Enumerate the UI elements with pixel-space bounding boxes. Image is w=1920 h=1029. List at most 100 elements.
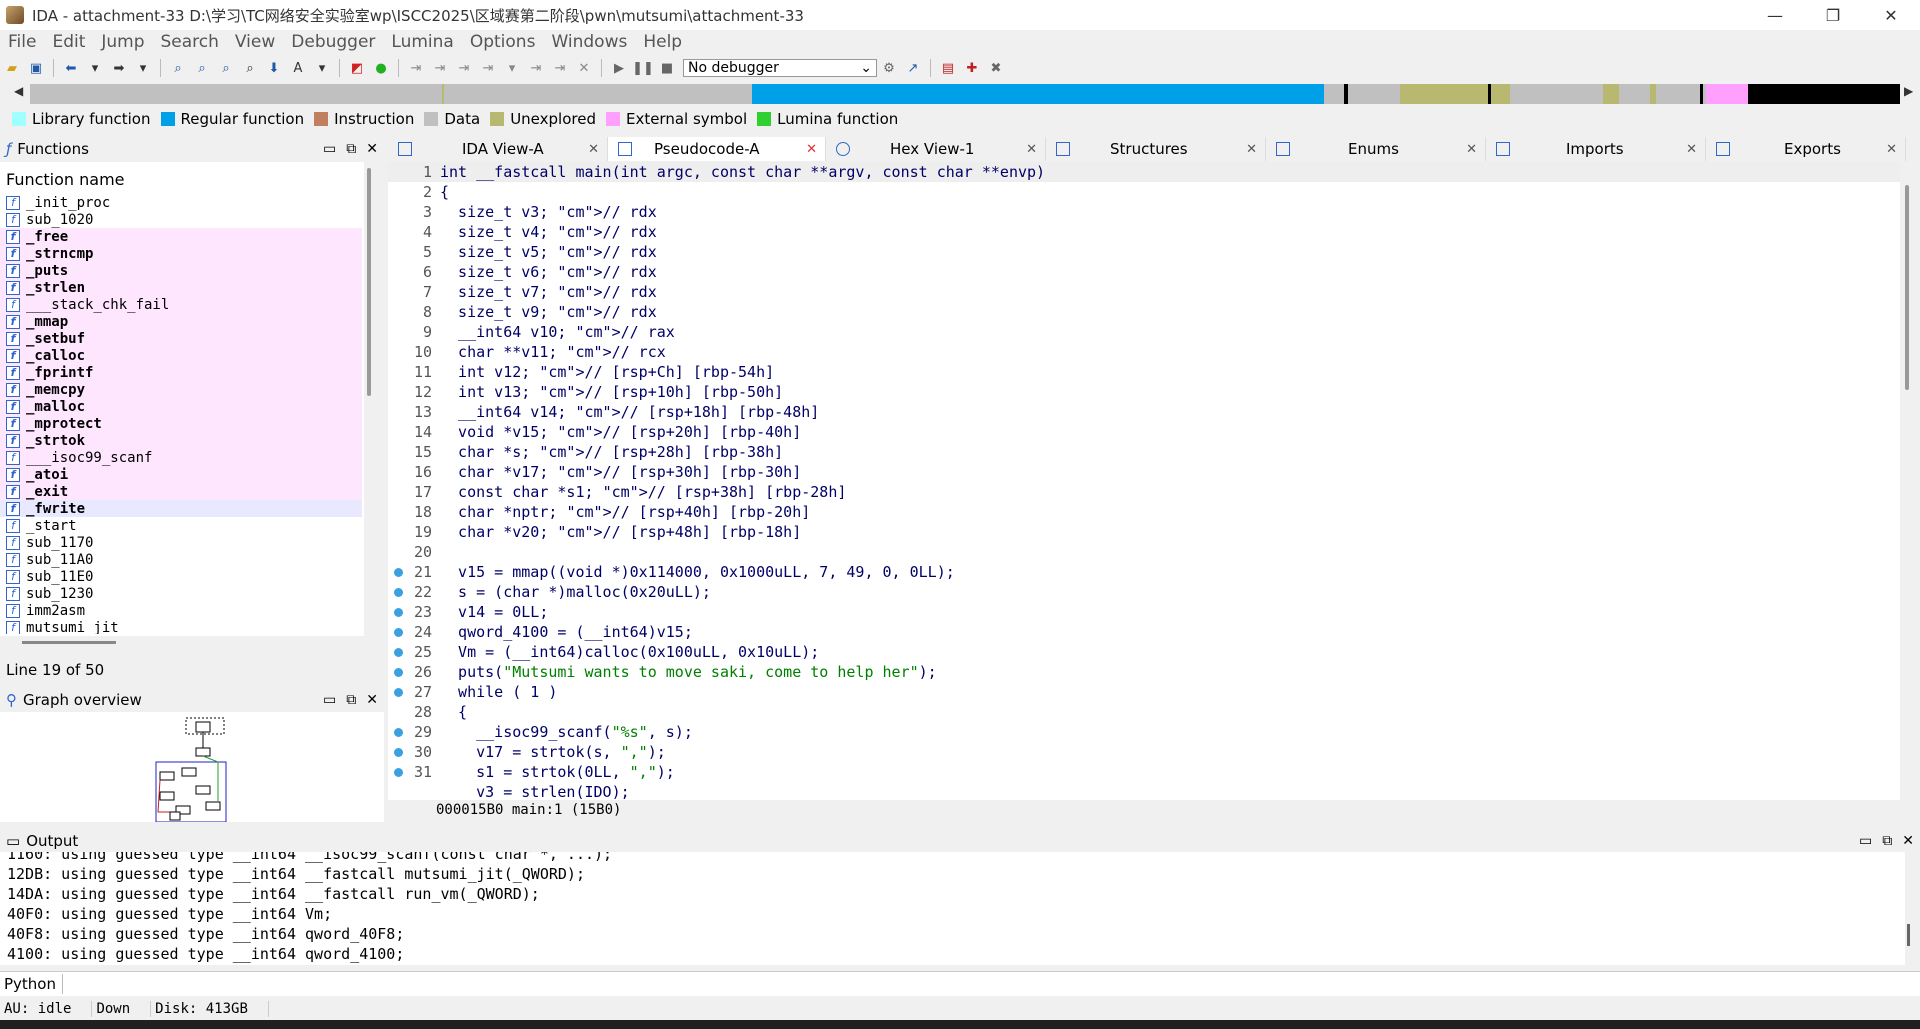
- function-list-item[interactable]: f _start: [0, 517, 362, 534]
- step-over-icon[interactable]: ⇥: [430, 59, 450, 77]
- add-breakpoint-icon[interactable]: ✚: [962, 59, 982, 77]
- graph-overview-canvas[interactable]: [0, 712, 384, 823]
- function-list-item[interactable]: f _init_proc: [0, 194, 362, 211]
- menu-options[interactable]: Options: [462, 32, 544, 52]
- menu-search[interactable]: Search: [153, 32, 227, 52]
- pseudocode-scrollbar[interactable]: [1905, 185, 1909, 390]
- tab-enums[interactable]: Enums ✕: [1266, 137, 1486, 161]
- code-line[interactable]: 10 char **v11; "cm">// rcx: [388, 342, 1900, 362]
- function-list-item[interactable]: f _free: [0, 228, 362, 245]
- search-next-icon[interactable]: ⌕: [240, 59, 260, 77]
- navigation-band[interactable]: [30, 84, 1900, 104]
- minimize-button[interactable]: —: [1746, 0, 1804, 30]
- panel-minimize-icon[interactable]: ▭: [323, 141, 336, 157]
- open-folder-icon[interactable]: ▰: [2, 59, 22, 77]
- search-text-icon[interactable]: ⌕: [192, 59, 212, 77]
- stop-debug-icon[interactable]: ■: [657, 59, 677, 77]
- code-line[interactable]: 6 size_t v6; "cm">// rdx: [388, 262, 1900, 282]
- function-list-item[interactable]: f _strtok: [0, 432, 362, 449]
- search-binary-icon[interactable]: ⌕: [168, 59, 188, 77]
- delete-breakpoint-icon[interactable]: ✖: [986, 59, 1006, 77]
- step-dropdown-icon[interactable]: ▾: [502, 59, 522, 77]
- code-line[interactable]: 4 size_t v4; "cm">// rdx: [388, 222, 1900, 242]
- command-input[interactable]: [66, 974, 1906, 994]
- panel-minimize-icon[interactable]: ▭: [323, 692, 336, 708]
- function-list-item[interactable]: f ___isoc99_scanf: [0, 449, 362, 466]
- functions-hscrollbar[interactable]: [22, 641, 116, 644]
- code-line[interactable]: 23 v14 = 0LL;: [388, 602, 1900, 622]
- menu-debugger[interactable]: Debugger: [283, 32, 383, 52]
- function-list-item[interactable]: f sub_11E0: [0, 568, 362, 585]
- graph-red-icon[interactable]: ◩: [347, 59, 367, 77]
- tab-structures[interactable]: Structures ✕: [1046, 137, 1266, 161]
- close-icon[interactable]: ✕: [1466, 142, 1477, 157]
- code-line[interactable]: 19 char *v20; "cm">// [rsp+48h] [rbp-18h…: [388, 522, 1900, 542]
- breakpoint-marker-icon[interactable]: [394, 667, 403, 677]
- function-list-item[interactable]: f _strncmp: [0, 245, 362, 262]
- tab-pseudocode-a[interactable]: Pseudocode-A ✕: [608, 137, 826, 161]
- close-icon[interactable]: ✕: [1686, 142, 1697, 157]
- code-line[interactable]: 27 while ( 1 ): [388, 682, 1900, 702]
- function-list-item[interactable]: f sub_1170: [0, 534, 362, 551]
- forward-dropdown-icon[interactable]: ▾: [133, 59, 153, 77]
- pseudocode-editor[interactable]: 1 int __fastcall main(int argc, const cha…: [388, 162, 1900, 800]
- close-icon[interactable]: ✕: [1886, 142, 1897, 157]
- function-list-item[interactable]: f imm2asm: [0, 602, 362, 619]
- step-out-icon[interactable]: ⇥: [478, 59, 498, 77]
- code-line[interactable]: 5 size_t v5; "cm">// rdx: [388, 242, 1900, 262]
- step-into-icon[interactable]: ⇥: [406, 59, 426, 77]
- menu-lumina[interactable]: Lumina: [383, 32, 461, 52]
- back-dropdown-icon[interactable]: ▾: [85, 59, 105, 77]
- panel-float-icon[interactable]: ⧉: [1882, 833, 1892, 849]
- start-debug-icon[interactable]: ▶: [609, 59, 629, 77]
- function-list-item[interactable]: f _atoi: [0, 466, 362, 483]
- code-line[interactable]: 14 void *v15; "cm">// [rsp+20h] [rbp-40h…: [388, 422, 1900, 442]
- close-window-button[interactable]: ✕: [1862, 0, 1920, 30]
- code-line[interactable]: 7 size_t v7; "cm">// rdx: [388, 282, 1900, 302]
- panel-float-icon[interactable]: ⧉: [346, 692, 356, 708]
- menu-file[interactable]: File: [0, 32, 44, 52]
- function-list-item[interactable]: f _puts: [0, 262, 362, 279]
- code-line[interactable]: 25 Vm = (__int64)calloc(0x100uLL, 0x10uL…: [388, 642, 1900, 662]
- breakpoint-marker-icon[interactable]: [394, 607, 403, 617]
- code-line[interactable]: 15 char *s; "cm">// [rsp+28h] [rbp-38h]: [388, 442, 1900, 462]
- nav-left-arrow-icon[interactable]: ◀: [14, 84, 23, 98]
- function-list-item[interactable]: f _exit: [0, 483, 362, 500]
- search-imm-icon[interactable]: ⌕: [216, 59, 236, 77]
- function-list-item[interactable]: f _malloc: [0, 398, 362, 415]
- menu-windows[interactable]: Windows: [543, 32, 635, 52]
- detach-icon[interactable]: ✕: [574, 59, 594, 77]
- python-interpreter-button[interactable]: Python: [4, 974, 63, 994]
- code-line[interactable]: 3 size_t v3; "cm">// rdx: [388, 202, 1900, 222]
- breakpoint-marker-icon[interactable]: [394, 767, 403, 777]
- breakpoint-marker-icon[interactable]: [394, 727, 403, 737]
- function-list-item[interactable]: f _fwrite: [0, 500, 362, 517]
- trace-icon[interactable]: ⇥: [526, 59, 546, 77]
- code-line[interactable]: 28 {: [388, 702, 1900, 722]
- tab-imports[interactable]: Imports ✕: [1486, 137, 1706, 161]
- code-line[interactable]: 16 char *v17; "cm">// [rsp+30h] [rbp-30h…: [388, 462, 1900, 482]
- function-name-column-header[interactable]: Function name: [6, 170, 125, 189]
- code-line[interactable]: 1 int __fastcall main(int argc, const cha…: [388, 162, 1900, 182]
- panel-close-icon[interactable]: ✕: [366, 141, 378, 157]
- breakpoint-marker-icon[interactable]: [394, 567, 403, 577]
- text-view-icon[interactable]: A: [288, 59, 308, 77]
- run-to-icon[interactable]: ⇥: [454, 59, 474, 77]
- code-line[interactable]: 12 int v13; "cm">// [rsp+10h] [rbp-50h]: [388, 382, 1900, 402]
- code-line[interactable]: 18 char *nptr; "cm">// [rsp+40h] [rbp-20…: [388, 502, 1900, 522]
- breakpoint-marker-icon[interactable]: [394, 747, 403, 757]
- function-list-item[interactable]: f sub_1020: [0, 211, 362, 228]
- code-line[interactable]: 26 puts("Mutsumi wants to move saki, com…: [388, 662, 1900, 682]
- function-list-item[interactable]: f _mprotect: [0, 415, 362, 432]
- attach-process-icon[interactable]: ↗: [903, 59, 923, 77]
- tab-ida-view-a[interactable]: IDA View-A ✕: [388, 137, 608, 161]
- function-list-item[interactable]: f _fprintf: [0, 364, 362, 381]
- breakpoint-marker-icon[interactable]: [394, 627, 403, 637]
- function-list-item[interactable]: f mutsumi_jit: [0, 619, 362, 634]
- output-scrollbar[interactable]: [1907, 924, 1910, 946]
- code-line[interactable]: 17 const char *s1; "cm">// [rsp+38h] [rb…: [388, 482, 1900, 502]
- code-line[interactable]: 2{: [388, 182, 1900, 202]
- code-line[interactable]: 30 v17 = strtok(s, ",");: [388, 742, 1900, 762]
- menu-help[interactable]: Help: [635, 32, 690, 52]
- panel-float-icon[interactable]: ⧉: [346, 141, 356, 157]
